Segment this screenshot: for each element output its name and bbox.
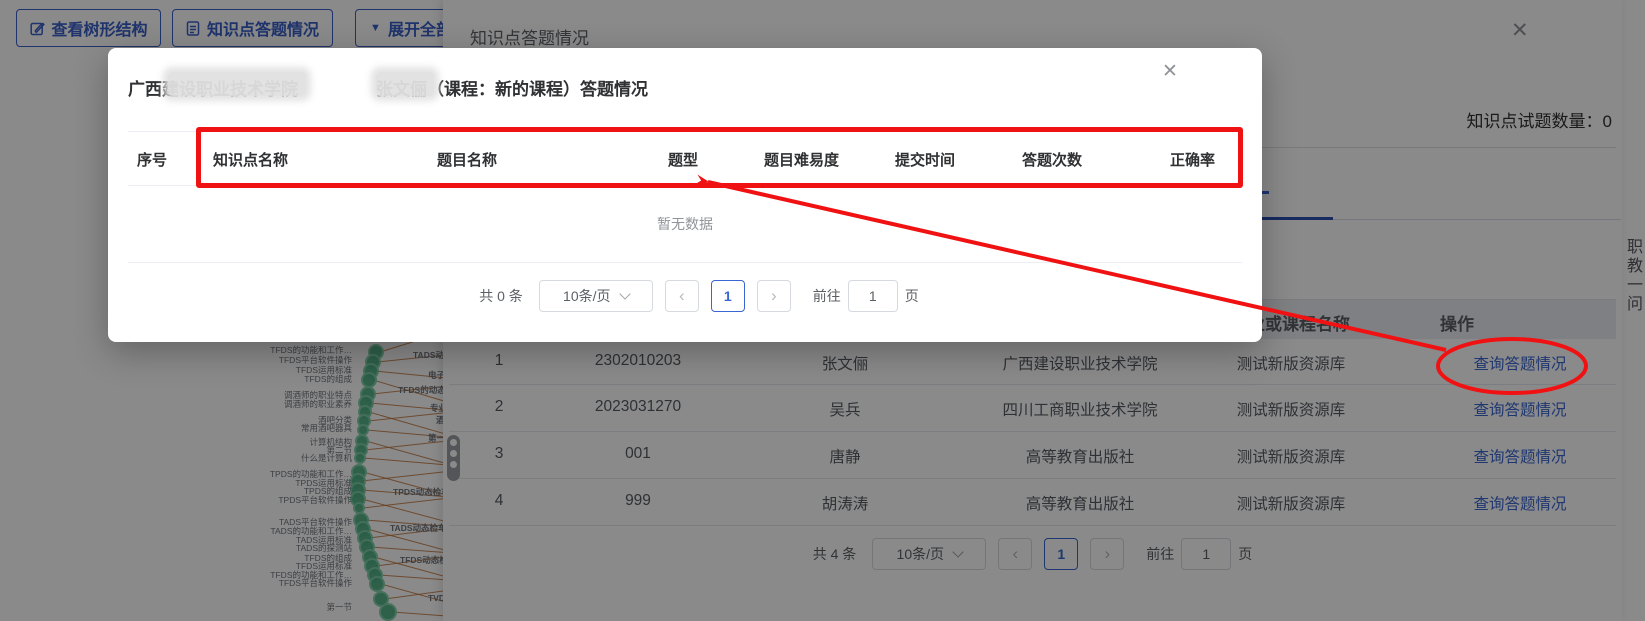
next-page-button[interactable]: › <box>756 280 791 312</box>
empty-state-text: 暂无数据 <box>657 216 713 232</box>
student-answer-detail-dialog: ✕ 广西建设职业技术学院张文俪（课程：新的课程）答题情况 序号 知识点名称 题目… <box>108 48 1262 342</box>
page-size-select[interactable]: 10条/页 <box>538 280 653 312</box>
chevron-down-icon <box>618 288 631 300</box>
close-icon[interactable]: ✕ <box>1162 60 1178 83</box>
goto-label: 前往 <box>812 288 841 304</box>
page-size-value: 10条/页 <box>563 288 611 304</box>
page-root: 查看树形结构 知识点答题情况 ▼ 展开全部 TFDS的功能和工作… TFDS平台软… <box>0 0 1645 621</box>
redaction-smudge <box>376 72 434 96</box>
page-unit-label: 页 <box>904 288 919 304</box>
title-clear-text: （课程：新的课程）答题情况 <box>427 79 648 99</box>
kp-table-pagination: 共 0 条 10条/页 ‹ 1 › 前往 页 <box>479 280 919 312</box>
divider <box>128 262 1242 263</box>
pagination-total: 共 0 条 <box>479 288 523 304</box>
redaction-smudge <box>168 72 306 96</box>
col-header-index: 序号 <box>137 152 168 169</box>
page-number-button[interactable]: 1 <box>710 280 745 312</box>
goto-page-input[interactable] <box>847 280 898 312</box>
annotation-red-box <box>196 127 1243 188</box>
prev-page-button[interactable]: ‹ <box>664 280 699 312</box>
